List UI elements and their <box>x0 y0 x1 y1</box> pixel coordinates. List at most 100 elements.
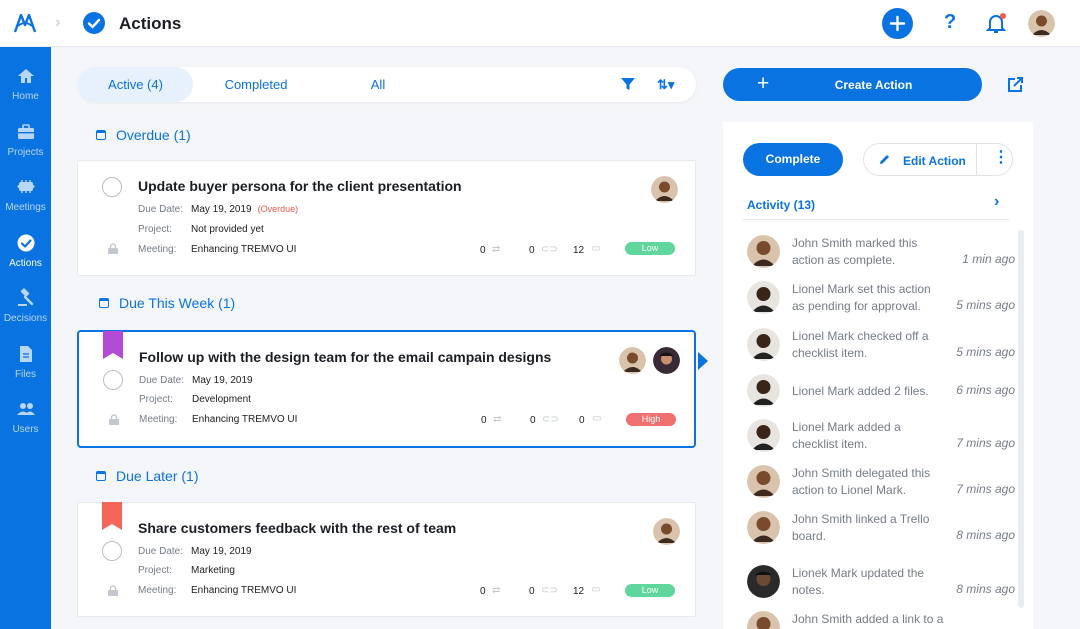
complete-checkbox[interactable] <box>102 541 122 561</box>
chevron-right-icon: › <box>55 14 61 31</box>
user-avatar <box>747 465 780 498</box>
selection-pointer <box>698 352 708 370</box>
action-card[interactable]: Update buyer persona for the client pres… <box>77 160 696 276</box>
add-button[interactable] <box>882 8 913 39</box>
meeting-label: Meeting: <box>139 414 178 425</box>
user-avatar <box>747 511 780 544</box>
assignee-avatar <box>653 347 680 374</box>
flag-icon <box>103 331 123 359</box>
export-icon[interactable] <box>1007 76 1024 93</box>
tab-completed[interactable]: Completed <box>203 67 309 102</box>
delegation-count: 0 <box>481 415 487 426</box>
scrollbar[interactable] <box>1018 230 1024 608</box>
gavel-icon <box>17 288 33 306</box>
flag-icon <box>102 502 122 530</box>
sidebar-item-label: Decisions <box>3 313 48 324</box>
sidebar-item-label: Home <box>12 91 39 102</box>
priority-badge: High <box>626 413 676 426</box>
activity-time: 5 mins ago <box>956 298 1015 312</box>
activity-heading[interactable]: Activity (13) <box>747 198 815 212</box>
project-value: Not provided yet <box>191 224 264 235</box>
section-heading-due-this-week: Due This Week (1) <box>99 295 235 311</box>
lock-icon <box>109 414 119 425</box>
sort-icon[interactable]: ⇅▾ <box>657 77 674 93</box>
user-avatar <box>747 374 780 407</box>
divider <box>743 219 1009 220</box>
sidebar-item-label: Actions <box>9 258 42 269</box>
delegation-count: 0 <box>480 586 486 597</box>
comment-count: 0 <box>579 415 585 426</box>
filter-icon[interactable] <box>620 76 636 92</box>
action-title: Follow up with the design team for the e… <box>139 349 552 365</box>
activity-time: 8 mins ago <box>956 528 1015 542</box>
calendar-icon <box>99 298 109 308</box>
comment-count: 12 <box>573 586 585 597</box>
repeat-icon: ⇄ <box>492 244 501 255</box>
sidebar-item-files[interactable]: Files <box>0 344 51 396</box>
priority-badge: Low <box>625 242 675 255</box>
tab-active[interactable]: Active (4) <box>78 67 193 102</box>
sidebar-item-users[interactable]: Users <box>0 399 51 451</box>
comment-icon: ▭ <box>592 413 602 424</box>
sidebar-item-projects[interactable]: Projects <box>0 122 51 174</box>
assignee-avatar <box>651 176 678 203</box>
activity-time: 5 mins ago <box>956 345 1015 359</box>
activity-time: 8 mins ago <box>956 582 1015 596</box>
project-value: Development <box>192 394 251 405</box>
tab-all[interactable]: All <box>348 67 408 102</box>
sidebar-item-label: Meetings <box>5 202 46 213</box>
divider <box>976 144 977 175</box>
edit-action-label: Edit Action <box>903 154 966 168</box>
due-date-label: Due Date: <box>139 375 185 386</box>
create-action-button[interactable]: + Create Action <box>723 68 982 101</box>
complete-checkbox[interactable] <box>103 370 123 390</box>
link-count: 0 <box>530 415 536 426</box>
lock-icon <box>108 585 118 596</box>
link-icon: ⊂⊃ <box>541 585 558 596</box>
activity-text: Lionel Mark added 2 files. <box>792 384 929 398</box>
create-action-label: Create Action <box>834 78 913 92</box>
project-value: Marketing <box>191 565 235 576</box>
action-title: Update buyer persona for the client pres… <box>138 178 462 194</box>
assignee-avatar <box>619 347 646 374</box>
activity-text: Lionel Mark added a checklist item. <box>792 420 901 451</box>
sidebar-item-home[interactable]: Home <box>0 66 51 118</box>
calendar-icon <box>96 471 106 481</box>
pencil-icon <box>880 155 889 164</box>
activity-time: 7 mins ago <box>956 482 1015 496</box>
chevron-right-icon[interactable]: › <box>994 193 999 211</box>
project-label: Project: <box>139 394 173 405</box>
activity-text: John Smith delegated this action to Lion… <box>792 466 931 497</box>
link-icon: ⊂⊃ <box>541 244 558 255</box>
complete-checkbox[interactable] <box>102 177 122 197</box>
action-title: Share customers feedback with the rest o… <box>138 520 457 536</box>
meeting-label: Meeting: <box>138 585 177 596</box>
page-title: Actions <box>119 14 182 33</box>
due-date-label: Due Date: <box>138 204 184 215</box>
action-card[interactable]: Share customers feedback with the rest o… <box>77 502 696 617</box>
sidebar-item-label: Projects <box>7 147 44 158</box>
help-icon[interactable]: ? <box>944 11 956 34</box>
activity-time: 7 mins ago <box>956 436 1015 450</box>
user-avatar <box>747 419 780 452</box>
action-card[interactable]: Follow up with the design team for the e… <box>77 330 696 448</box>
complete-button[interactable]: Complete <box>743 143 843 176</box>
more-options-icon[interactable]: ⋮ <box>993 150 1009 166</box>
meeting-value: Enhancing TREMVO UI <box>191 585 297 596</box>
sidebar-item-label: Files <box>14 369 37 380</box>
edit-action-button[interactable]: Edit Action ⋮ <box>863 143 1013 176</box>
link-count: 0 <box>529 245 535 256</box>
user-avatar <box>747 281 780 314</box>
comment-count: 12 <box>573 245 585 256</box>
user-avatar <box>747 328 780 361</box>
avatar[interactable] <box>1028 10 1055 37</box>
repeat-icon: ⇄ <box>492 585 501 596</box>
sidebar-item-meetings[interactable]: Meetings <box>0 177 51 229</box>
sidebar-item-actions[interactable]: Actions <box>0 233 51 285</box>
sidebar-item-decisions[interactable]: Decisions <box>0 288 51 340</box>
link-icon: ⊂⊃ <box>542 414 559 425</box>
meeting-label: Meeting: <box>138 244 177 255</box>
activity-text: Lionek Mark updated the notes. <box>792 566 925 597</box>
app-logo[interactable] <box>13 12 37 34</box>
activity-text: John Smith added a link to a <box>792 612 944 626</box>
